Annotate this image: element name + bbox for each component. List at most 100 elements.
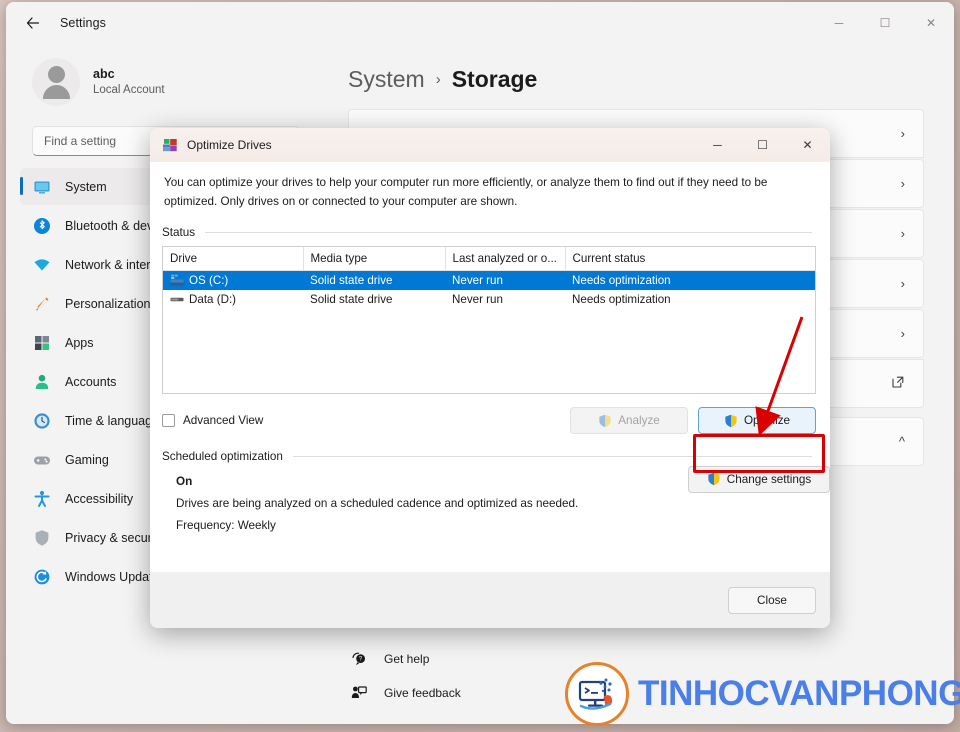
maximize-button[interactable]: ☐ <box>862 2 908 44</box>
give-feedback-label: Give feedback <box>384 686 461 700</box>
back-arrow-icon <box>26 17 40 29</box>
drive-icon <box>170 293 184 305</box>
get-help-label: Get help <box>384 652 430 666</box>
table-row[interactable]: OS (C:) Solid state drive Never run Need… <box>163 270 815 290</box>
column-header-drive[interactable]: Drive <box>163 246 304 271</box>
drives-table: Drive Media type Last analyzed or o... C… <box>163 246 815 309</box>
screen: Settings ─ ☐ ✕ abc Local Account Find a … <box>0 0 960 732</box>
action-buttons: Analyze Optimize <box>570 407 816 435</box>
drives-list[interactable]: Drive Media type Last analyzed or o... C… <box>162 245 816 394</box>
breadcrumb-parent[interactable]: System <box>348 66 425 93</box>
scheduled-group-header: Scheduled optimization <box>150 450 830 463</box>
system-drive-icon <box>170 274 184 286</box>
optimize-button[interactable]: Optimize <box>698 407 816 435</box>
divider <box>205 231 812 233</box>
analyze-button[interactable]: Analyze <box>570 407 688 435</box>
cell-drive: OS (C:) <box>163 270 303 290</box>
accessibility-icon <box>32 489 52 509</box>
back-button[interactable] <box>16 8 50 38</box>
sidebar-item-label: Accounts <box>65 374 117 389</box>
cell-last-analyzed: Never run <box>452 292 503 306</box>
advanced-view-label: Advanced View <box>183 414 264 428</box>
account-subtitle: Local Account <box>93 83 165 96</box>
chevron-right-icon: › <box>900 126 905 141</box>
cell-current-status: Needs optimization <box>565 270 815 290</box>
optimize-drives-icon <box>162 137 178 153</box>
advanced-view-checkbox[interactable] <box>162 414 175 428</box>
settings-caption-buttons: ─ ☐ ✕ <box>816 2 954 44</box>
uac-shield-icon <box>707 472 721 486</box>
table-row[interactable]: Data (D:) Solid state drive Never run Ne… <box>163 290 815 309</box>
dialog-title: Optimize Drives <box>187 138 272 152</box>
settings-titlebar: Settings ─ ☐ ✕ <box>6 2 954 44</box>
dialog-body: You can optimize your drives to help you… <box>150 162 830 628</box>
cell-drive-label: Data (D:) <box>189 292 237 306</box>
brush-icon <box>32 294 52 314</box>
sidebar-item-label: Time & language <box>65 413 160 428</box>
cell-media-type: Solid state drive <box>303 270 445 290</box>
analyze-label: Analyze <box>618 414 660 428</box>
settings-app-title: Settings <box>60 16 106 30</box>
scheduled-description: Drives are being analyzed on a scheduled… <box>176 496 579 510</box>
status-group-header: Status <box>150 212 830 239</box>
dialog-titlebar: Optimize Drives ─ ☐ ✕ <box>150 128 830 162</box>
shield-icon <box>32 528 52 548</box>
account-name: abc <box>93 66 115 81</box>
breadcrumb: System › Storage <box>324 44 954 109</box>
chevron-right-icon: › <box>900 176 905 191</box>
chevron-up-icon: ^ <box>898 434 905 449</box>
cell-media-type: Solid state drive <box>310 292 393 306</box>
change-settings-button[interactable]: Change settings <box>688 465 830 493</box>
sidebar-item-label: Windows Update <box>65 569 160 584</box>
person-icon <box>32 372 52 392</box>
sidebar-item-label: Accessibility <box>65 491 134 506</box>
breadcrumb-separator: › <box>435 71 441 88</box>
divider <box>292 455 812 457</box>
wifi-icon <box>32 255 52 275</box>
column-header-media-type[interactable]: Media type <box>303 246 446 271</box>
change-settings-label: Change settings <box>726 472 812 486</box>
cell-drive-label: OS (C:) <box>189 273 229 287</box>
dialog-close-button[interactable]: ✕ <box>785 128 830 162</box>
column-header-current-status[interactable]: Current status <box>565 246 815 271</box>
sidebar-item-label: Personalization <box>65 296 151 311</box>
table-header-row: Drive Media type Last analyzed or o... C… <box>163 246 815 271</box>
cell-current-status: Needs optimization <box>572 292 671 306</box>
optimize-label: Optimize <box>743 414 791 428</box>
computer-logo-icon <box>565 662 629 726</box>
close-button[interactable]: ✕ <box>908 2 954 44</box>
external-link-icon <box>891 375 905 392</box>
chevron-right-icon: › <box>900 276 905 291</box>
optimize-drives-dialog: Optimize Drives ─ ☐ ✕ You can optimize y… <box>150 128 830 628</box>
scheduled-frequency: Frequency: Weekly <box>176 518 276 532</box>
cell-last-analyzed: Never run <box>445 270 565 290</box>
bluetooth-icon <box>32 216 52 236</box>
help-icon: ? <box>350 650 368 668</box>
dialog-close-action-button[interactable]: Close <box>728 586 816 614</box>
avatar <box>32 58 80 106</box>
feedback-icon <box>350 684 368 702</box>
chevron-right-icon: › <box>900 226 905 241</box>
uac-shield-icon <box>724 414 738 428</box>
advanced-view-row: Advanced View Analyze Optimize <box>150 406 830 436</box>
page-title: Storage <box>451 66 538 92</box>
dialog-intro-text: You can optimize your drives to help you… <box>164 176 768 208</box>
dialog-footer: Close <box>150 572 830 628</box>
column-header-last-analyzed[interactable]: Last analyzed or o... <box>445 246 566 271</box>
gamepad-icon <box>32 450 52 470</box>
watermark-text: TINHOCVANPHONG <box>638 674 960 713</box>
watermark: TINHOCVANPHONG <box>565 662 960 726</box>
uac-shield-icon <box>598 414 612 428</box>
minimize-button[interactable]: ─ <box>816 2 862 44</box>
clock-icon <box>32 411 52 431</box>
account-block[interactable]: abc Local Account <box>20 44 310 116</box>
update-icon <box>32 567 52 587</box>
sidebar-item-label: Apps <box>65 335 94 350</box>
status-group-label: Status <box>162 225 196 239</box>
scheduled-group-label: Scheduled optimization <box>162 449 283 463</box>
dialog-minimize-button[interactable]: ─ <box>695 128 740 162</box>
dialog-caption-buttons: ─ ☐ ✕ <box>695 128 830 162</box>
sidebar-item-label: Gaming <box>65 452 109 467</box>
dialog-maximize-button[interactable]: ☐ <box>740 128 785 162</box>
monitor-icon <box>32 177 52 197</box>
